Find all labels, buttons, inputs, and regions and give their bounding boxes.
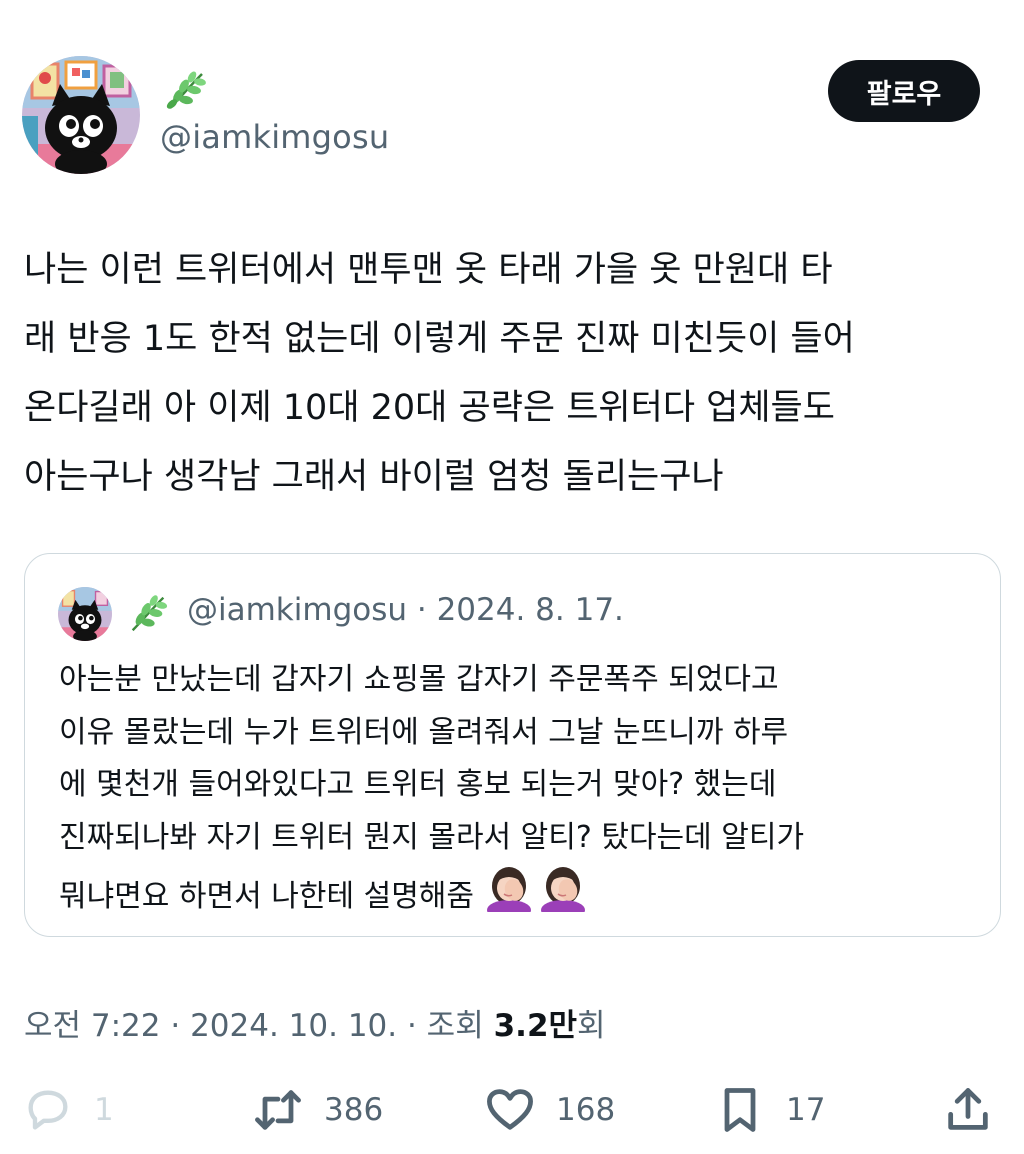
action-bar: 1 386 168 17 — [0, 1080, 1024, 1140]
quoted-text-block: 아는분 만났는데 갑자기 쇼핑몰 갑자기 주문폭주 되었다고 이유 몰랐는데 누… — [59, 654, 979, 924]
share-icon — [948, 1088, 988, 1130]
author-handle[interactable]: @iamkimgosu — [160, 118, 389, 156]
quoted-handle: @iamkimgosu — [187, 592, 408, 628]
like-button[interactable]: 168 — [484, 1080, 615, 1140]
herb-emoji-icon — [125, 590, 171, 636]
bookmark-count: 17 — [786, 1092, 826, 1128]
tweet-timestamp[interactable]: 오전 7:22 · 2024. 10. 10. · 조회 3.2만회 — [24, 1000, 606, 1045]
share-button[interactable] — [942, 1080, 994, 1140]
reply-count: 1 — [94, 1092, 114, 1128]
like-count: 168 — [556, 1092, 616, 1128]
view-suffix: 회 — [577, 1008, 606, 1044]
tweet-text: 나는 이런 트위터에서 맨투맨 옷 타래 가을 옷 만원대 타 래 반응 1도 … — [24, 250, 855, 497]
reply-button[interactable]: 1 — [22, 1080, 114, 1140]
bookmark-icon — [724, 1088, 756, 1132]
quoted-date: 2024. 8. 17. — [436, 592, 624, 628]
follow-button[interactable]: 팔로우 — [828, 60, 980, 122]
quoted-author-avatar — [58, 587, 112, 641]
retweet-button[interactable]: 386 — [252, 1080, 383, 1140]
retweet-icon — [255, 1090, 301, 1130]
retweet-count: 386 — [324, 1092, 384, 1128]
author-avatar[interactable] — [22, 56, 140, 174]
woman-facepalming-emoji-icon — [487, 867, 532, 912]
timestamp-text: 오전 7:22 · 2024. 10. 10. · 조회 — [24, 1008, 494, 1044]
meta-separator: · — [407, 592, 437, 628]
facepalm-emoji-group — [484, 864, 588, 912]
quoted-meta: @iamkimgosu · 2024. 8. 17. — [187, 592, 624, 628]
quoted-tweet[interactable]: @iamkimgosu · 2024. 8. 17. 아는분 만났는데 갑자기 … — [24, 553, 1001, 937]
herb-emoji-icon — [162, 66, 210, 114]
view-count: 3.2만 — [493, 1008, 578, 1044]
quoted-text: 아는분 만났는데 갑자기 쇼핑몰 갑자기 주문폭주 되었다고 이유 몰랐는데 누… — [59, 662, 805, 914]
heart-icon — [487, 1089, 533, 1130]
woman-facepalming-emoji-icon — [541, 867, 586, 912]
reply-icon — [28, 1090, 68, 1130]
bookmark-button[interactable]: 17 — [714, 1080, 825, 1140]
